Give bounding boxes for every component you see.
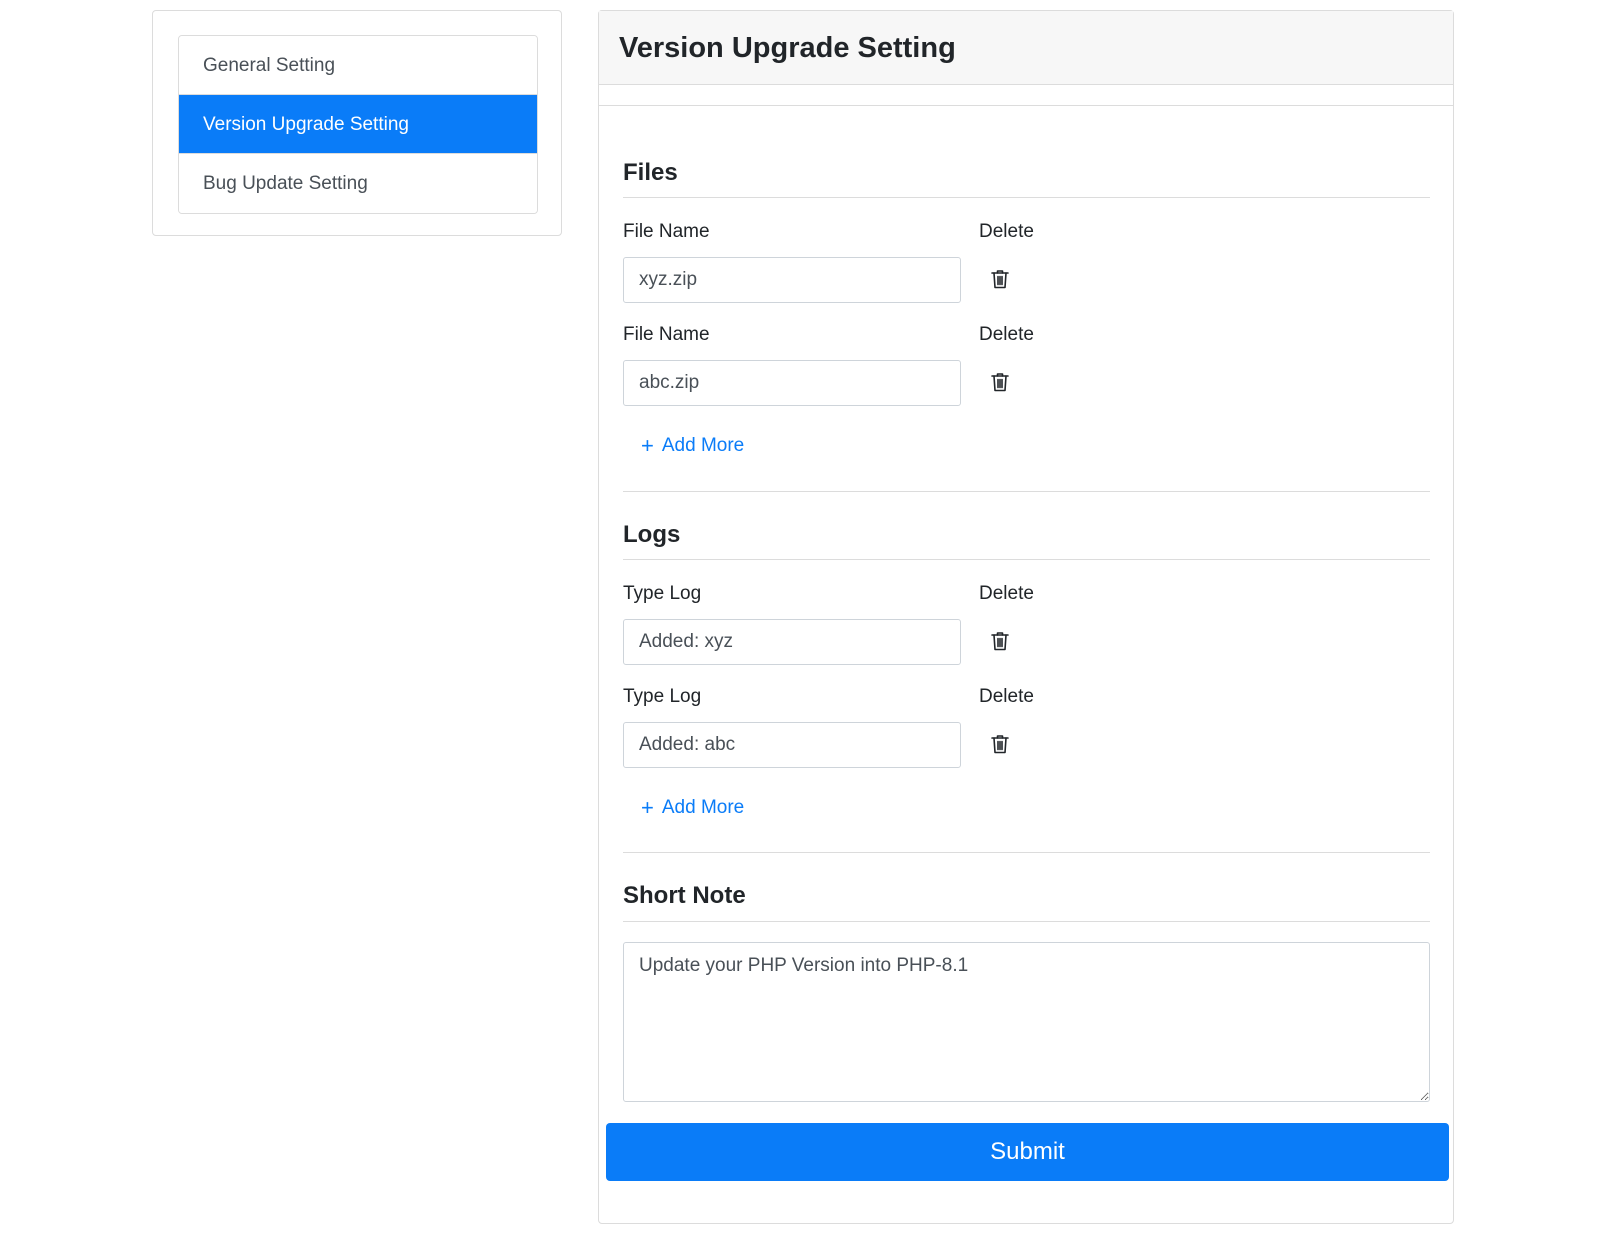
files-section-divider	[623, 491, 1430, 492]
type-log-input[interactable]	[623, 619, 961, 665]
logs-section-divider	[623, 852, 1430, 853]
sidebar-card: General Setting Version Upgrade Setting …	[152, 10, 562, 236]
header-divider	[599, 105, 1453, 106]
delete-label: Delete	[979, 583, 1034, 604]
files-heading: Files	[623, 159, 678, 186]
file-name-label: File Name	[623, 221, 710, 242]
trash-icon[interactable]	[989, 629, 1011, 653]
add-more-label: Add More	[661, 435, 745, 456]
delete-label: Delete	[979, 324, 1034, 345]
logs-divider	[623, 559, 1430, 560]
file-name-input[interactable]	[623, 360, 961, 406]
files-divider	[623, 197, 1430, 198]
plus-icon: +	[641, 795, 654, 820]
submit-button[interactable]: Submit	[606, 1123, 1449, 1181]
logs-add-more-button[interactable]: + Add More	[641, 797, 744, 819]
trash-icon[interactable]	[989, 370, 1011, 394]
plus-icon: +	[641, 433, 654, 458]
file-name-label: File Name	[623, 324, 710, 345]
sidebar-item-general-setting[interactable]: General Setting	[179, 36, 537, 95]
logs-heading: Logs	[623, 521, 681, 548]
file-name-input[interactable]	[623, 257, 961, 303]
sidebar-nav: General Setting Version Upgrade Setting …	[178, 35, 538, 214]
trash-icon[interactable]	[989, 732, 1011, 756]
delete-label: Delete	[979, 221, 1034, 242]
short-note-divider	[623, 921, 1430, 922]
card-header: Version Upgrade Setting	[599, 11, 1453, 85]
sidebar-item-bug-update-setting[interactable]: Bug Update Setting	[179, 154, 537, 213]
files-add-more-button[interactable]: + Add More	[641, 435, 744, 457]
trash-icon[interactable]	[989, 267, 1011, 291]
sidebar-item-version-upgrade-setting[interactable]: Version Upgrade Setting	[179, 95, 537, 154]
type-log-input[interactable]	[623, 722, 961, 768]
delete-label: Delete	[979, 686, 1034, 707]
short-note-heading: Short Note	[623, 882, 746, 909]
type-log-label: Type Log	[623, 686, 702, 707]
add-more-label: Add More	[661, 797, 745, 818]
main-card: Version Upgrade Setting Files File Name …	[598, 10, 1454, 1224]
type-log-label: Type Log	[623, 583, 702, 604]
page-title: Version Upgrade Setting	[619, 32, 956, 64]
short-note-textarea[interactable]: Update your PHP Version into PHP-8.1	[623, 942, 1430, 1102]
